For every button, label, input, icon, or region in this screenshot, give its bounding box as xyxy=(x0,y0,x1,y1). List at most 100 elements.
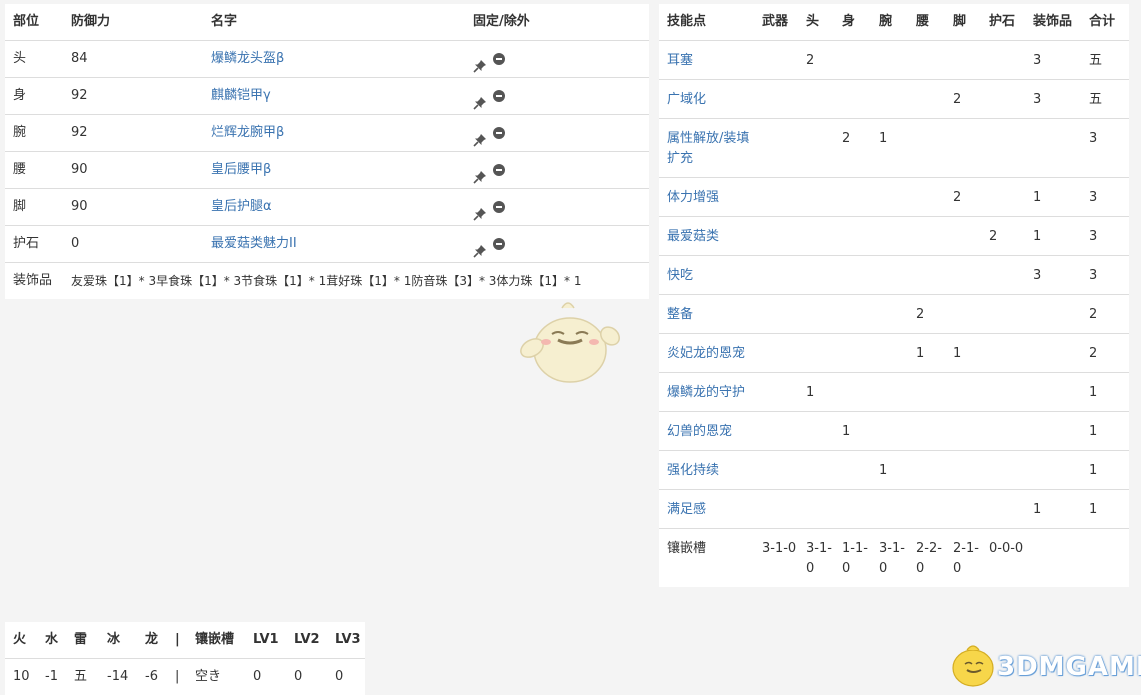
skill-name-cell: 属性解放/装填扩充 xyxy=(659,119,754,178)
minus-circle-icon[interactable] xyxy=(493,201,505,213)
skill-point-cell xyxy=(908,217,945,256)
skill-point-cell: 2 xyxy=(1081,295,1129,334)
armor-defense: 90 xyxy=(63,152,203,189)
skill-point-cell: 1 xyxy=(1081,490,1129,529)
header-defense: 防御力 xyxy=(63,4,203,41)
armor-row: 护石0最爱菇类魅力II xyxy=(5,226,649,263)
minus-circle-icon[interactable] xyxy=(493,164,505,176)
pin-icon[interactable] xyxy=(473,163,487,177)
skill-name-link[interactable]: 最爱菇类 xyxy=(667,229,719,244)
skill-point-cell xyxy=(981,295,1025,334)
skill-point-cell: 1 xyxy=(1081,451,1129,490)
minus-circle-icon[interactable] xyxy=(493,90,505,102)
slot-label: 镶嵌槽 xyxy=(659,529,754,588)
skill-point-cell xyxy=(1025,334,1081,373)
skill-point-cell xyxy=(754,41,798,80)
skill-name-link[interactable]: 整备 xyxy=(667,307,693,322)
pin-icon[interactable] xyxy=(473,89,487,103)
fix-exclude-icons xyxy=(473,237,505,251)
skill-point-cell: 2 xyxy=(945,80,981,119)
skill-point-cell xyxy=(908,119,945,178)
minus-circle-icon[interactable] xyxy=(493,53,505,65)
skill-point-cell xyxy=(908,256,945,295)
armor-part: 腰 xyxy=(5,152,63,189)
skill-row: 满足感11 xyxy=(659,490,1129,529)
skill-name-link[interactable]: 快吃 xyxy=(667,268,693,283)
minus-circle-icon[interactable] xyxy=(493,238,505,250)
skill-point-cell xyxy=(871,217,908,256)
element-value-row: 10-1五-14-6|空き000 xyxy=(5,659,365,695)
skill-name-cell: 耳塞 xyxy=(659,41,754,80)
skill-point-cell: 2 xyxy=(908,295,945,334)
fix-exclude-icons xyxy=(473,200,505,214)
skill-point-cell: 3 xyxy=(1025,256,1081,295)
armor-defense: 92 xyxy=(63,115,203,152)
header-name: 名字 xyxy=(203,4,465,41)
skill-point-cell xyxy=(871,334,908,373)
skill-name-link[interactable]: 幻兽的恩宠 xyxy=(667,424,732,439)
skill-point-cell xyxy=(834,80,871,119)
skill-row: 体力增强213 xyxy=(659,178,1129,217)
armor-name-cell: 烂辉龙腕甲β xyxy=(203,115,465,152)
minus-circle-icon[interactable] xyxy=(493,127,505,139)
pin-icon[interactable] xyxy=(473,200,487,214)
armor-row: 身92麒麟铠甲γ xyxy=(5,78,649,115)
skill-point-cell xyxy=(908,41,945,80)
armor-defense: 92 xyxy=(63,78,203,115)
skill-slot-row: 镶嵌槽3-1-03-1-01-1-03-1-02-2-02-1-00-0-0 xyxy=(659,529,1129,588)
skill-point-cell xyxy=(754,373,798,412)
slot-value-cell: 2-1-0 xyxy=(945,529,981,588)
armor-name-link[interactable]: 爆鳞龙头盔β xyxy=(211,51,284,66)
skill-name-link[interactable]: 广域化 xyxy=(667,92,706,107)
skill-point-cell xyxy=(908,451,945,490)
skill-point-cell: 3 xyxy=(1025,41,1081,80)
skill-name-link[interactable]: 体力增强 xyxy=(667,190,719,205)
skill-header-cell: 脚 xyxy=(945,4,981,41)
armor-name-link[interactable]: 烂辉龙腕甲β xyxy=(211,125,284,140)
skill-point-cell xyxy=(981,373,1025,412)
skill-point-cell xyxy=(754,217,798,256)
skill-point-cell xyxy=(871,178,908,217)
pin-icon[interactable] xyxy=(473,52,487,66)
armor-name-link[interactable]: 皇后腰甲β xyxy=(211,162,271,177)
skill-point-cell xyxy=(981,451,1025,490)
skill-name-link[interactable]: 爆鳞龙的守护 xyxy=(667,385,745,400)
armor-name-link[interactable]: 麒麟铠甲γ xyxy=(211,88,271,103)
pin-icon[interactable] xyxy=(473,126,487,140)
skill-point-cell xyxy=(798,295,834,334)
skill-point-cell xyxy=(981,490,1025,529)
armor-name-link[interactable]: 皇后护腿α xyxy=(211,199,272,214)
skill-point-cell xyxy=(945,119,981,178)
fix-exclude-cell xyxy=(465,152,649,189)
skill-point-cell xyxy=(834,373,871,412)
armor-name-link[interactable]: 最爱菇类魅力II xyxy=(211,236,297,251)
skill-point-cell xyxy=(871,41,908,80)
element-header-cell: | xyxy=(167,622,187,659)
skill-name-cell: 满足感 xyxy=(659,490,754,529)
element-header-cell: 水 xyxy=(37,622,66,659)
skill-point-cell xyxy=(754,178,798,217)
element-header-cell: 镶嵌槽 xyxy=(187,622,245,659)
skill-name-link[interactable]: 炎妃龙的恩宠 xyxy=(667,346,745,361)
skill-name-link[interactable]: 属性解放/装填扩充 xyxy=(667,131,749,166)
skill-point-cell xyxy=(834,295,871,334)
skill-point-cell xyxy=(834,41,871,80)
skill-name-cell: 炎妃龙的恩宠 xyxy=(659,334,754,373)
skill-row: 爆鳞龙的守护11 xyxy=(659,373,1129,412)
skill-name-link[interactable]: 强化持续 xyxy=(667,463,719,478)
skill-name-link[interactable]: 耳塞 xyxy=(667,53,693,68)
skill-point-cell xyxy=(981,256,1025,295)
armor-row: 头84爆鳞龙头盔β xyxy=(5,41,649,78)
element-header-cell: LV1 xyxy=(245,622,286,659)
armor-part: 头 xyxy=(5,41,63,78)
fix-exclude-icons xyxy=(473,52,505,66)
fix-exclude-icons xyxy=(473,89,505,103)
skill-point-cell xyxy=(798,178,834,217)
skill-name-link[interactable]: 满足感 xyxy=(667,502,706,517)
decoration-value: 友爱珠【1】* 3早食珠【1】* 3节食珠【1】* 1茸好珠【1】* 1防音珠【… xyxy=(63,263,649,300)
skill-point-cell xyxy=(908,412,945,451)
pin-icon[interactable] xyxy=(473,237,487,251)
decoration-row: 装饰品友爱珠【1】* 3早食珠【1】* 3节食珠【1】* 1茸好珠【1】* 1防… xyxy=(5,263,649,300)
skill-point-cell xyxy=(834,334,871,373)
skill-point-cell: 五 xyxy=(1081,80,1129,119)
